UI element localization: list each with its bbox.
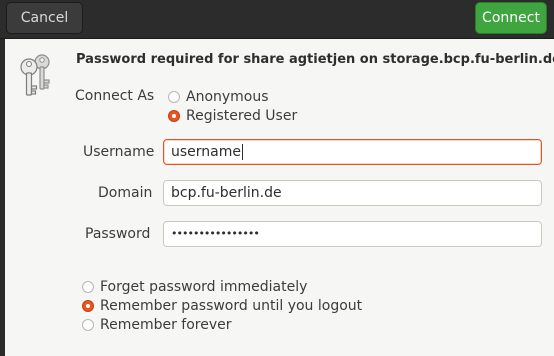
password-field[interactable]: •••••••••••••••• bbox=[163, 221, 542, 247]
remember-until-logout-label: Remember password until you logout bbox=[100, 298, 363, 314]
remember-forever-radio-option[interactable]: Remember forever bbox=[82, 316, 232, 334]
forget-immediately-radio-option[interactable]: Forget password immediately bbox=[82, 278, 307, 296]
anonymous-label: Anonymous bbox=[186, 89, 269, 105]
radio-button-selected[interactable] bbox=[168, 110, 180, 122]
domain-label: Domain bbox=[98, 185, 153, 201]
remember-until-logout-radio-option[interactable]: Remember password until you logout bbox=[82, 297, 362, 315]
domain-value: bcp.fu-berlin.de bbox=[171, 185, 282, 201]
dialog-title: Password required for share agtietjen on… bbox=[76, 52, 554, 67]
remember-forever-label: Remember forever bbox=[100, 317, 232, 333]
connect-as-label: Connect As bbox=[75, 88, 155, 104]
password-label: Password bbox=[85, 226, 151, 242]
username-field[interactable]: username bbox=[163, 139, 542, 165]
radio-button[interactable] bbox=[82, 281, 94, 293]
anonymous-radio-option[interactable]: Anonymous bbox=[168, 88, 269, 106]
radio-button-selected[interactable] bbox=[82, 300, 94, 312]
registered-user-label: Registered User bbox=[186, 108, 298, 124]
username-label: Username bbox=[83, 144, 155, 160]
domain-field[interactable]: bcp.fu-berlin.de bbox=[163, 180, 542, 206]
forget-immediately-label: Forget password immediately bbox=[100, 279, 308, 295]
cancel-button[interactable]: Cancel bbox=[6, 2, 83, 34]
text-caret bbox=[242, 144, 243, 160]
radio-button[interactable] bbox=[168, 91, 180, 103]
password-value: •••••••••••••••• bbox=[171, 227, 260, 240]
header-bar: Cancel Connect bbox=[0, 0, 554, 39]
keys-icon bbox=[20, 54, 50, 96]
registered-user-radio-option[interactable]: Registered User bbox=[168, 107, 297, 125]
username-value: username bbox=[171, 144, 241, 160]
window-edge bbox=[0, 39, 5, 356]
radio-button[interactable] bbox=[82, 319, 94, 331]
password-dialog: Cancel Connect Password required for sha… bbox=[0, 0, 554, 356]
connect-button[interactable]: Connect bbox=[475, 2, 547, 34]
